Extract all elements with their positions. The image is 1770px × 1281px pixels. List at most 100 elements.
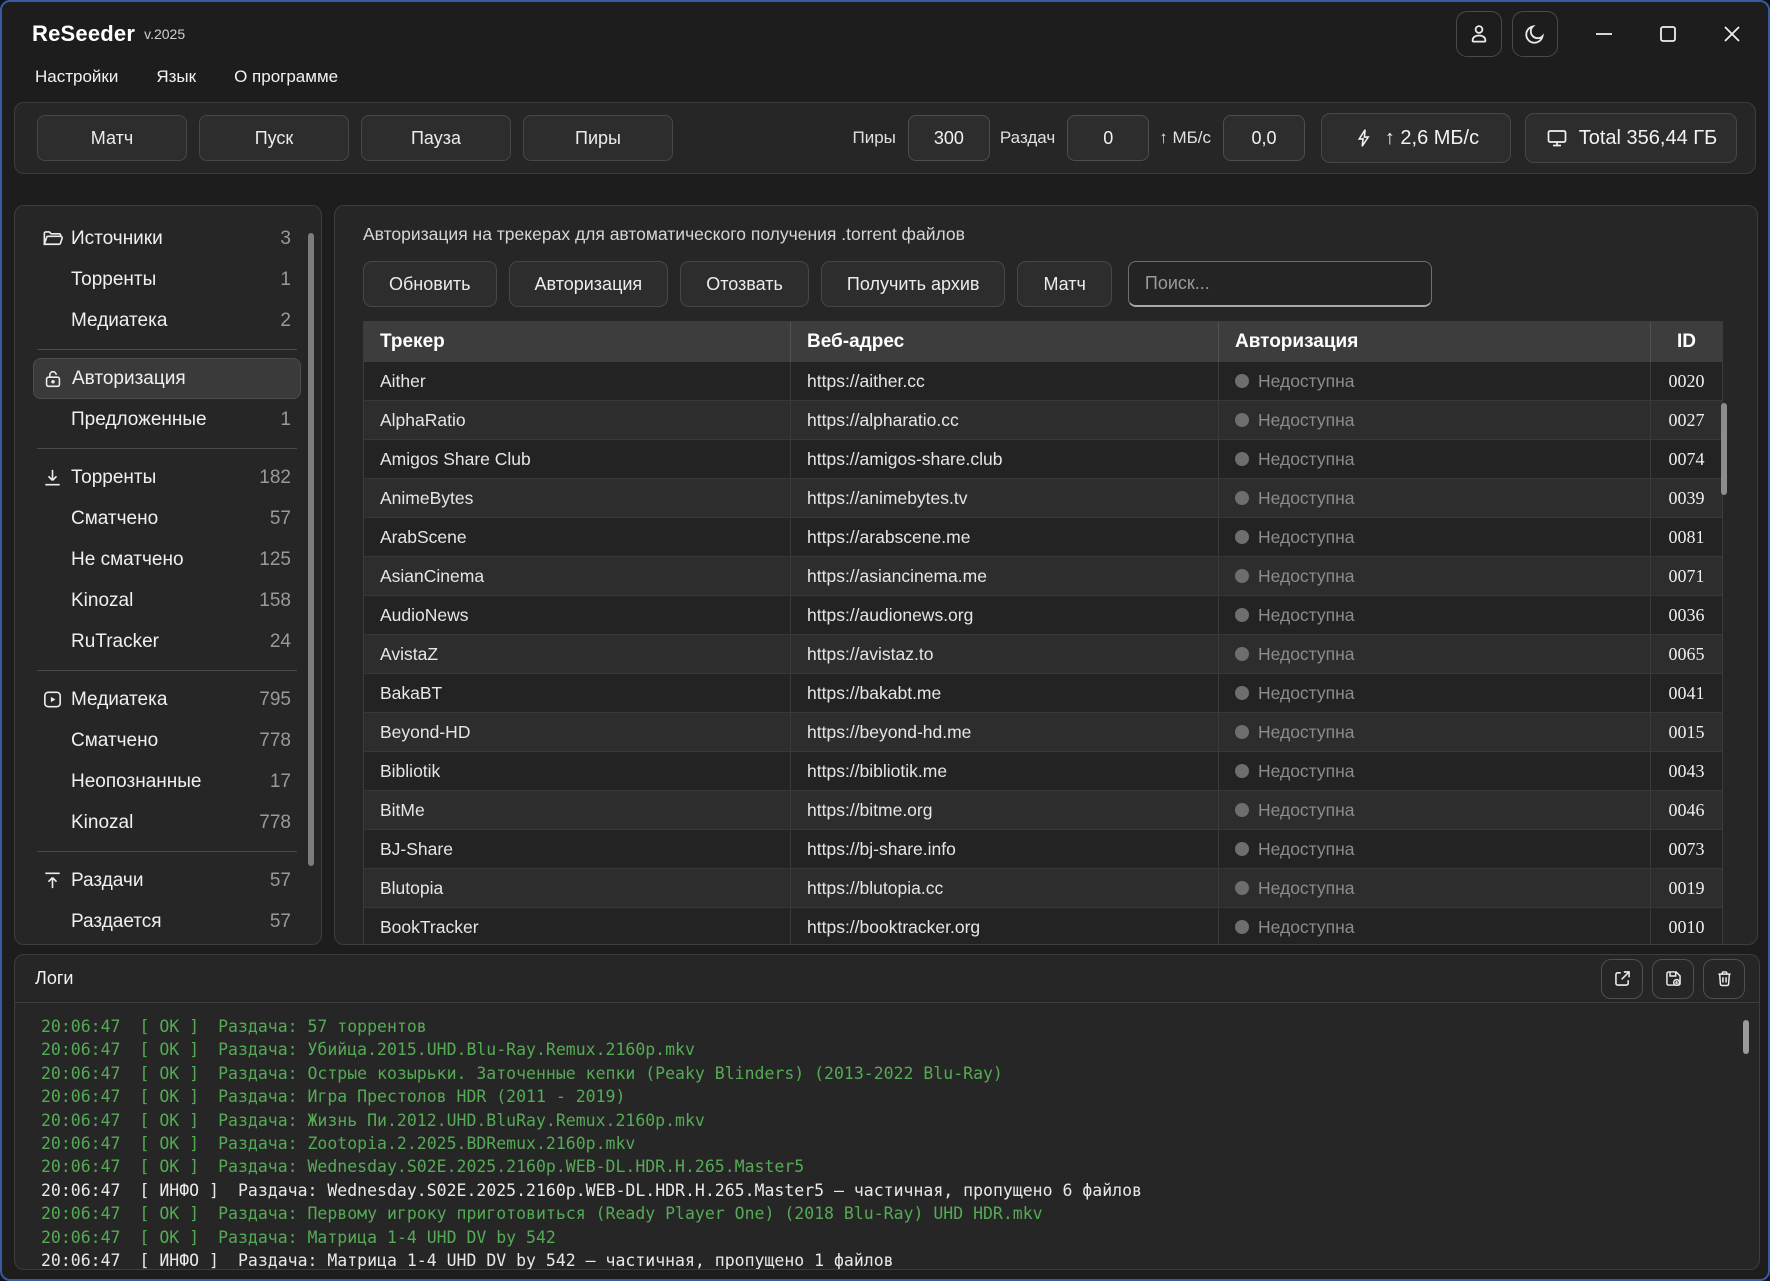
sidebar-item-label: RuTracker [71,631,159,653]
action-button-обновить[interactable]: Обновить [363,261,497,307]
status-label: Недоступна [1258,410,1355,431]
log-scrollbar-thumb[interactable] [1743,1020,1749,1054]
status-label: Недоступна [1258,761,1355,782]
sidebar-item-kinozal[interactable]: Kinozal158 [33,580,301,621]
action-button-получить-архив[interactable]: Получить архив [821,261,1006,307]
log-timestamp: 20:06:47 [41,1017,120,1036]
log-message: Раздача: Матрица 1-4 UHD DV by 542 [218,1228,556,1247]
sidebar-item-сматчено[interactable]: Сматчено778 [33,720,301,761]
table-row[interactable]: Bibliotikhttps://bibliotik.meНедоступна0… [364,752,1722,791]
sidebar-item-источники[interactable]: Источники3 [33,218,301,259]
search-input[interactable] [1128,261,1432,307]
maximize-button[interactable] [1648,14,1688,54]
minimize-button[interactable] [1584,14,1624,54]
upload-rate-button[interactable]: ↑ 2,6 МБ/с [1321,113,1511,163]
user-button[interactable] [1456,11,1502,57]
table-row[interactable]: AudioNewshttps://audionews.orgНедоступна… [364,596,1722,635]
status-label: Недоступна [1258,917,1355,938]
menu-item-язык[interactable]: Язык [145,61,207,93]
table-scrollbar-thumb[interactable] [1721,403,1727,495]
sidebar-item-не-сматчено[interactable]: Не сматчено125 [33,539,301,580]
table-row[interactable]: Amigos Share Clubhttps://amigos-share.cl… [364,440,1722,479]
tracker-status-cell: Недоступна [1219,713,1651,752]
status-label: Недоступна [1258,371,1355,392]
column-header-трекер: Трекер [364,322,791,362]
tracker-url-cell: https://asiancinema.me [791,557,1219,596]
table-row[interactable]: Aitherhttps://aither.ccНедоступна0020 [364,362,1722,401]
sidebar-item-раздается[interactable]: Раздается57 [33,901,301,942]
sidebar-item-предложенные[interactable]: Предложенные1 [33,399,301,440]
sidebar-item-rutracker[interactable]: RuTracker24 [33,621,301,662]
table-row[interactable]: Beyond-HDhttps://beyond-hd.meНедоступна0… [364,713,1722,752]
action-button-отозвать[interactable]: Отозвать [680,261,809,307]
table-row[interactable]: BitMehttps://bitme.orgНедоступна0046 [364,791,1722,830]
tracker-url-cell: https://amigos-share.club [791,440,1219,479]
status-dot-icon [1235,842,1249,856]
tracker-status-cell: Недоступна [1219,752,1651,791]
toolbar-button-пуск[interactable]: Пуск [199,115,349,161]
toolbar-button-пауза[interactable]: Пауза [361,115,511,161]
tracker-status-cell: Недоступна [1219,440,1651,479]
column-header-веб-адрес: Веб-адрес [791,322,1219,362]
table-row[interactable]: AsianCinemahttps://asiancinema.meНедосту… [364,557,1722,596]
clear-logs-button[interactable] [1703,959,1745,999]
toolbar-button-пиры[interactable]: Пиры [523,115,673,161]
sidebar-item-label: Kinozal [71,590,133,612]
sidebar-item-медиатека[interactable]: Медиатека795 [33,679,301,720]
sidebar-item-торренты[interactable]: Торренты182 [33,457,301,498]
table-row[interactable]: AlphaRatiohttps://alpharatio.ccНедоступн… [364,401,1722,440]
log-message: Раздача: Жизнь Пи.2012.UHD.BluRay.Remux.… [218,1111,705,1130]
peers-input[interactable] [908,115,990,161]
speed-limit-input[interactable] [1223,115,1305,161]
log-message: Раздача: 57 торрентов [218,1017,427,1036]
status-label: Недоступна [1258,722,1355,743]
sidebar-item-сматчено[interactable]: Сматчено57 [33,498,301,539]
table-row[interactable]: AvistaZhttps://avistaz.toНедоступна0065 [364,635,1722,674]
sidebar-item-count: 125 [259,549,291,571]
sidebar-item-count: 778 [259,812,291,834]
tracker-url-cell: https://bj-share.info [791,830,1219,869]
media-icon [41,688,71,711]
sidebar-item-медиатека[interactable]: Медиатека2 [33,300,301,341]
log-tag: [ OK ] [139,1157,199,1176]
tracker-name-cell: Beyond-HD [364,713,791,752]
action-button-авторизация[interactable]: Авторизация [509,261,669,307]
table-row[interactable]: BookTrackerhttps://booktracker.orgНедост… [364,908,1722,945]
table-row[interactable]: BJ-Sharehttps://bj-share.infoНедоступна0… [364,830,1722,869]
table-row[interactable]: ArabScenehttps://arabscene.meНедоступна0… [364,518,1722,557]
save-logs-button[interactable] [1652,959,1694,999]
main-panel: Авторизация на трекерах для автоматическ… [334,205,1758,945]
status-dot-icon [1235,491,1249,505]
tracker-name-cell: BookTracker [364,908,791,945]
sidebar-item-авторизация[interactable]: Авторизация [33,358,301,399]
action-button-матч[interactable]: Матч [1017,261,1111,307]
sidebar-item-label: Сматчено [71,730,158,752]
lock-icon [42,368,72,390]
log-timestamp: 20:06:47 [41,1087,120,1106]
table-row[interactable]: Blutopiahttps://blutopia.ccНедоступна001… [364,869,1722,908]
status-label: Недоступна [1258,683,1355,704]
sidebar-scrollbar-thumb[interactable] [308,233,314,866]
toolbar-button-матч[interactable]: Матч [37,115,187,161]
sidebar-item-раздачи[interactable]: Раздачи57 [33,860,301,901]
menu-item-о-программе[interactable]: О программе [223,61,349,93]
menu-item-настройки[interactable]: Настройки [24,61,129,93]
seeds-input[interactable] [1067,115,1149,161]
sidebar-item-kinozal[interactable]: Kinozal778 [33,802,301,843]
tracker-id-cell: 0065 [1651,635,1722,674]
total-size-value: Total 356,44 ГБ [1579,127,1718,150]
status-label: Недоступна [1258,878,1355,899]
tracker-id-cell: 0081 [1651,518,1722,557]
sidebar-item-неопознанные[interactable]: Неопознанные17 [33,761,301,802]
log-tag: [ ИНФО ] [139,1251,218,1270]
total-size-button[interactable]: Total 356,44 ГБ [1525,113,1737,163]
sidebar-item-торренты[interactable]: Торренты1 [33,259,301,300]
status-dot-icon [1235,764,1249,778]
close-button[interactable] [1712,14,1752,54]
table-row[interactable]: AnimeByteshttps://animebytes.tvНедоступн… [364,479,1722,518]
sidebar-item-label: Торренты [71,269,156,291]
table-row[interactable]: BakaBThttps://bakabt.meНедоступна0041 [364,674,1722,713]
theme-toggle-button[interactable] [1512,11,1558,57]
log-timestamp: 20:06:47 [41,1204,120,1223]
open-logs-button[interactable] [1601,959,1643,999]
